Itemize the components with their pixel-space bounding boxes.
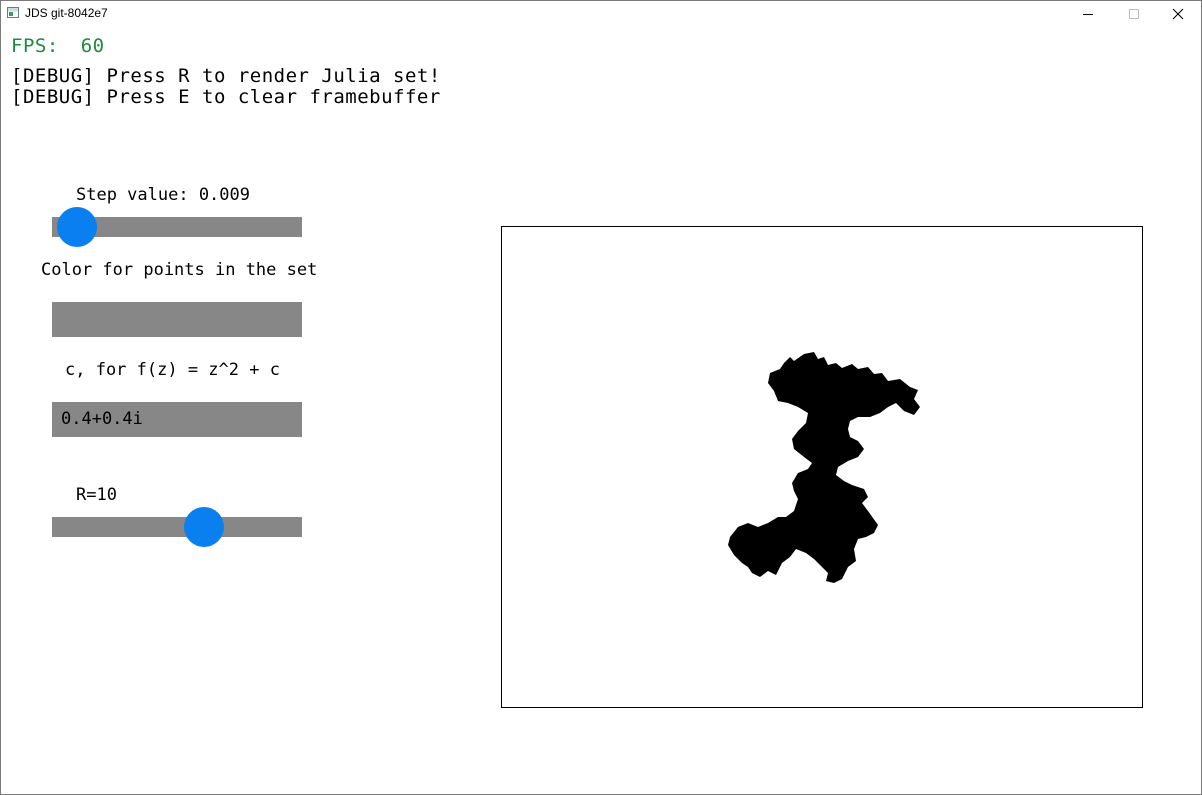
close-button[interactable] [1155, 1, 1201, 27]
fps-counter: FPS: 60 [11, 35, 105, 57]
step-value-label: Step value: 0.009 [76, 185, 250, 205]
step-slider-track[interactable] [52, 207, 302, 247]
julia-render-canvas[interactable] [501, 226, 1143, 708]
app-window: JDS git-8042e7 FPS: 60 [DEBUG] Press R t… [0, 0, 1202, 795]
close-icon [1172, 8, 1184, 20]
window-title: JDS git-8042e7 [25, 6, 108, 20]
r-slider-track[interactable] [52, 507, 302, 547]
c-parameter-input[interactable]: 0.4+0.4i [52, 402, 302, 437]
title-bar[interactable]: JDS git-8042e7 [1, 1, 1201, 27]
julia-set-image [728, 352, 920, 583]
maximize-button[interactable] [1111, 1, 1157, 27]
minimize-icon [1083, 14, 1093, 15]
step-slider-handle[interactable] [57, 207, 97, 247]
julia-set-shape [728, 352, 920, 583]
app-window-icon [7, 7, 19, 18]
set-color-label: Color for points in the set [41, 260, 318, 280]
fps-value: 60 [80, 35, 105, 57]
r-value-label: R=10 [76, 485, 117, 505]
r-slider-handle[interactable] [184, 507, 224, 547]
debug-line-render: [DEBUG] Press R to render Julia set! [11, 65, 441, 87]
set-color-field[interactable] [52, 302, 302, 337]
debug-line-clear: [DEBUG] Press E to clear framebuffer [11, 86, 441, 108]
fps-label: FPS: [11, 35, 59, 57]
minimize-button[interactable] [1065, 1, 1111, 27]
maximize-icon [1129, 9, 1139, 19]
c-parameter-label: c, for f(z) = z^2 + c [65, 360, 280, 380]
